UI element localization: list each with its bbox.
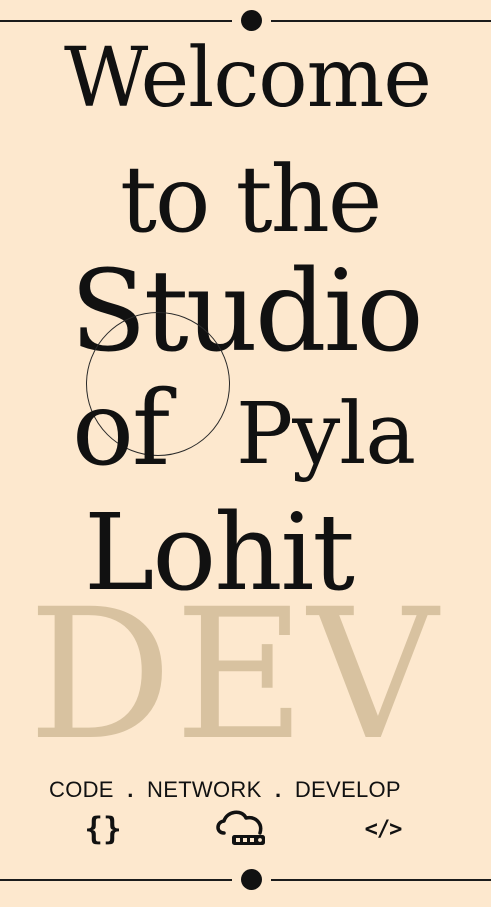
code-braces-icon: {} — [84, 811, 122, 847]
top-divider — [0, 9, 491, 33]
top-divider-right-line — [271, 20, 491, 22]
bottom-divider-dot — [241, 869, 262, 890]
tagline-separator-1: . — [127, 777, 134, 802]
dev-watermark: DEV — [28, 571, 440, 780]
hero-headline-of: of — [72, 369, 170, 489]
tagline: CODE . NETWORK . DEVELOP — [49, 777, 401, 802]
top-divider-left-line — [0, 20, 232, 22]
skill-icons-row: {} </> — [0, 806, 491, 852]
hero-headline-welcome: Welcome — [64, 31, 432, 126]
bottom-divider — [0, 868, 491, 892]
cloud-server-icon — [213, 806, 269, 852]
tagline-separator-2: . — [275, 777, 282, 802]
bottom-divider-left-line — [0, 879, 232, 881]
code-tag-icon: </> — [364, 816, 403, 842]
tagline-develop: DEVELOP — [294, 777, 401, 802]
tagline-code: CODE — [49, 777, 114, 802]
bottom-divider-right-line — [271, 879, 491, 881]
hero-headline-to-the: to the — [120, 146, 382, 253]
tagline-network: NETWORK — [147, 777, 262, 802]
hero-headline-pyla: Pyla — [236, 385, 416, 484]
top-divider-dot — [241, 10, 262, 31]
